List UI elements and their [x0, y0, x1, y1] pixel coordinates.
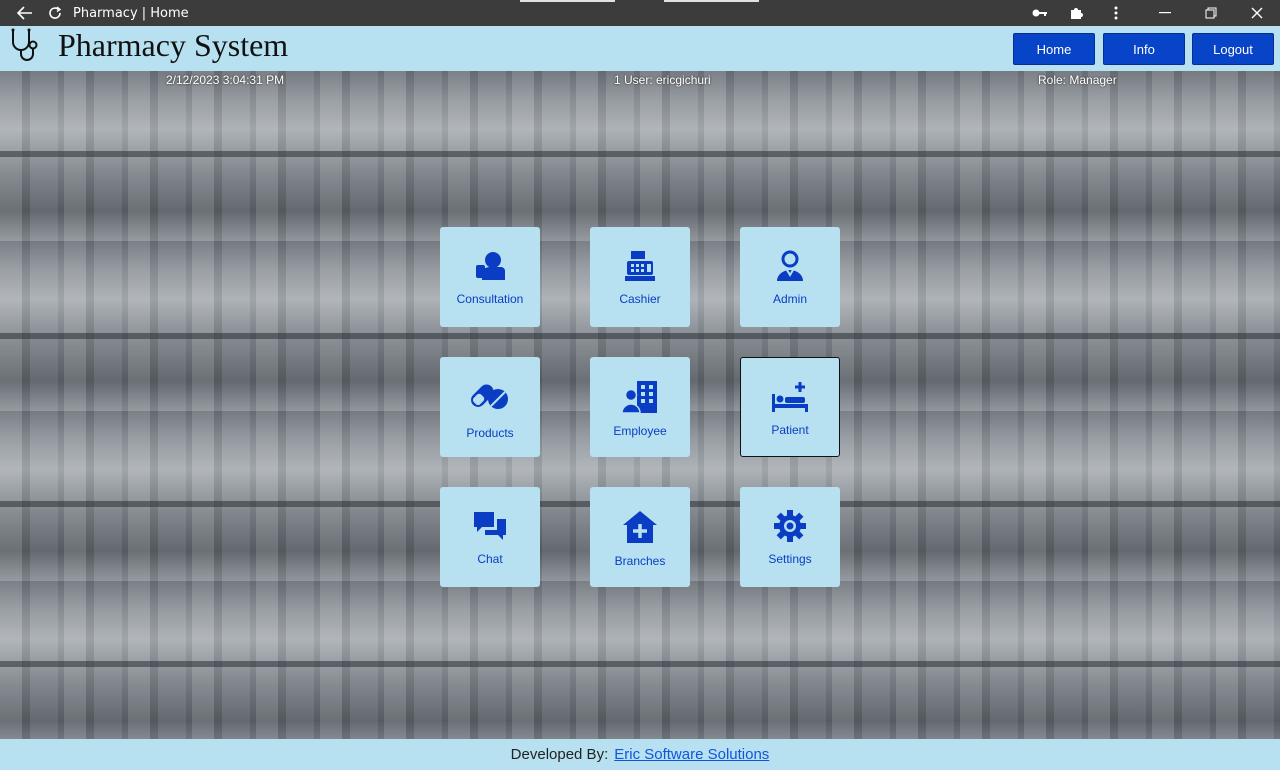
products-tile[interactable]: Products	[440, 357, 540, 457]
tile-label: Patient	[771, 423, 809, 437]
cash-register-icon	[623, 227, 657, 288]
branches-tile[interactable]: Branches	[590, 487, 690, 587]
tab-strip-indicator	[520, 0, 615, 2]
patient-tile[interactable]: Patient	[740, 357, 840, 457]
user-label: 1 User: ericgichuri	[614, 73, 711, 87]
tile-label: Employee	[613, 424, 667, 438]
info-button[interactable]: Info	[1103, 33, 1185, 65]
back-arrow-icon[interactable]	[14, 0, 36, 26]
app-header: Pharmacy System Home Info Logout	[0, 26, 1280, 71]
pharmacy-shelves-background: 2/12/2023 3:04:31 PM 1 User: ericgichuri…	[0, 71, 1280, 739]
datetime-label: 2/12/2023 3:04:31 PM	[166, 73, 285, 87]
tile-label: Settings	[768, 552, 812, 566]
tile-label: Products	[466, 426, 514, 440]
tab-strip-indicator	[664, 0, 759, 2]
tile-label: Consultation	[456, 292, 524, 306]
employee-building-icon	[621, 357, 659, 420]
close-icon[interactable]	[1246, 0, 1268, 26]
window-title: Pharmacy | Home	[73, 6, 189, 21]
more-menu-icon[interactable]	[1106, 0, 1126, 26]
home-button[interactable]: Home	[1013, 33, 1095, 65]
logout-button[interactable]: Logout	[1192, 33, 1274, 65]
admin-user-icon	[773, 227, 807, 288]
gear-icon	[773, 487, 807, 548]
employee-tile[interactable]: Employee	[590, 357, 690, 457]
restore-icon[interactable]	[1200, 0, 1222, 26]
admin-tile[interactable]: Admin	[740, 227, 840, 327]
shelf-divider	[0, 333, 1280, 339]
role-label: Role: Manager	[1038, 73, 1117, 87]
shelf-divider	[0, 151, 1280, 157]
minimize-icon[interactable]	[1154, 0, 1176, 26]
consultation-icon	[473, 227, 507, 288]
tile-label: Chat	[477, 552, 503, 566]
refresh-icon[interactable]	[44, 0, 66, 26]
pills-icon	[471, 357, 509, 422]
tile-label: Admin	[772, 292, 807, 306]
consultation-tile[interactable]: Consultation	[440, 227, 540, 327]
settings-tile[interactable]: Settings	[740, 487, 840, 587]
app-title: Pharmacy System	[58, 27, 289, 63]
tile-label: Cashier	[619, 292, 661, 306]
footer-text: Developed By:	[510, 746, 609, 763]
chat-icon	[472, 487, 508, 548]
key-icon[interactable]	[1030, 0, 1050, 26]
developer-link[interactable]: Eric Software Solutions	[614, 746, 769, 763]
extensions-puzzle-icon[interactable]	[1066, 0, 1086, 26]
branch-house-icon	[621, 487, 659, 550]
tile-label: Branches	[614, 554, 666, 568]
cashier-tile[interactable]: Cashier	[590, 227, 690, 327]
chat-tile[interactable]: Chat	[440, 487, 540, 587]
window-title-bar: Pharmacy | Home	[0, 0, 1280, 26]
footer: Developed By: Eric Software Solutions	[0, 739, 1280, 770]
stethoscope-icon	[7, 28, 49, 67]
patient-bed-icon	[770, 358, 810, 419]
shelf-divider	[0, 661, 1280, 667]
